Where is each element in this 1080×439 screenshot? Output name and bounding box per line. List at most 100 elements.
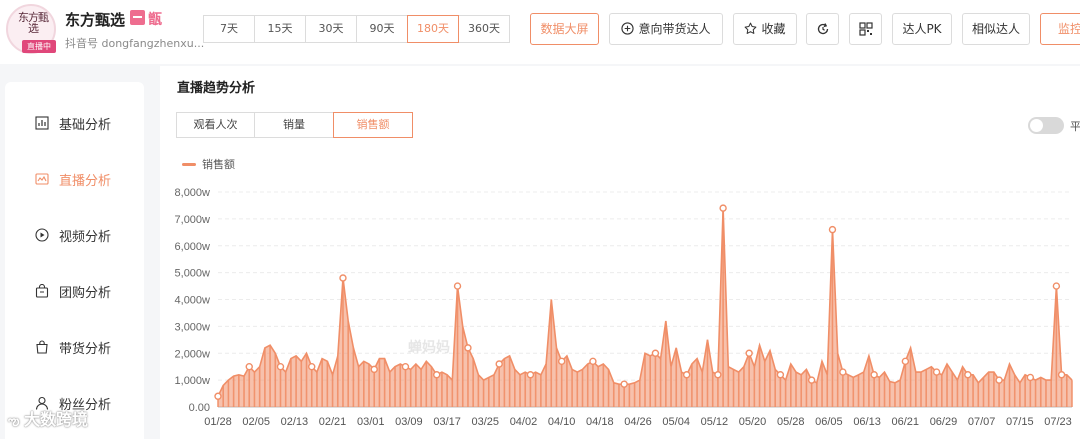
data-point bbox=[839, 368, 847, 376]
x-tick-label: 03/01 bbox=[357, 416, 385, 428]
x-tick-label: 02/13 bbox=[281, 416, 309, 428]
data-point bbox=[1057, 371, 1066, 379]
favorite-button[interactable]: 收藏 bbox=[733, 13, 797, 45]
sidebar-item-label: 视频分析 bbox=[59, 229, 112, 245]
range-15-days[interactable]: 15天 bbox=[254, 15, 306, 43]
toggle-knob bbox=[1030, 119, 1043, 132]
legend-swatch bbox=[182, 162, 196, 166]
live-icon bbox=[35, 173, 49, 185]
range-360-days[interactable]: 360天 bbox=[458, 15, 510, 43]
plus-circle-icon bbox=[621, 22, 635, 35]
x-tick-label: 06/21 bbox=[892, 416, 920, 428]
header: 东方甄选 直播中 东方甄选 甑 抖音号 dongfangzhenxu... 7天… bbox=[0, 0, 1080, 64]
data-point bbox=[901, 357, 910, 366]
watermark-text: 大数跨境 bbox=[24, 410, 89, 429]
tab-views[interactable]: 观看人次 bbox=[176, 112, 255, 138]
avatar-logo: 东方甄选 bbox=[18, 11, 49, 35]
range-90-days[interactable]: 90天 bbox=[356, 15, 408, 43]
sidebar-item-label: 团购分析 bbox=[59, 285, 112, 301]
data-point bbox=[453, 282, 462, 290]
section-title: 直播趋势分析 bbox=[177, 81, 256, 96]
sidebar: 基础分析 直播分析 视频分析 团购分析 带货分析 粉丝分析 bbox=[5, 82, 144, 439]
data-point bbox=[495, 360, 503, 368]
data-point bbox=[1052, 282, 1061, 290]
intent-talent-label: 意向带货达人 bbox=[638, 22, 711, 36]
x-tick-label: 06/13 bbox=[853, 416, 881, 428]
y-tick-label: 8,000w bbox=[175, 187, 211, 199]
display-toggle[interactable] bbox=[1028, 117, 1064, 134]
data-point bbox=[276, 362, 285, 371]
x-tick-label: 03/25 bbox=[472, 416, 500, 428]
sidebar-item-label: 基础分析 bbox=[59, 117, 112, 133]
x-tick-label: 05/12 bbox=[701, 416, 729, 428]
qrcode-button[interactable] bbox=[849, 13, 882, 45]
sidebar-item-live[interactable]: 直播分析 bbox=[35, 169, 111, 189]
data-point bbox=[995, 376, 1003, 384]
metric-tabs: 观看人次 销量 销售额 bbox=[176, 112, 413, 138]
data-point bbox=[807, 376, 816, 384]
sidebar-item-groupbuy[interactable]: 团购分析 bbox=[35, 281, 111, 301]
x-tick-label: 06/05 bbox=[815, 416, 843, 428]
toggle-label: 平 bbox=[1070, 120, 1080, 133]
shop-tag: 甑 bbox=[148, 12, 162, 28]
data-point bbox=[245, 362, 253, 371]
bottom-watermark: ఌ 大数跨境 bbox=[8, 406, 88, 432]
data-point bbox=[464, 344, 472, 352]
data-point bbox=[214, 392, 222, 400]
data-point bbox=[433, 371, 441, 379]
sidebar-item-goods[interactable]: 带货分析 bbox=[35, 337, 111, 357]
chart-legend[interactable]: 销售额 bbox=[182, 156, 235, 172]
shop-id: 抖音号 dongfangzhenxu... bbox=[65, 37, 205, 50]
x-tick-label: 04/18 bbox=[586, 416, 614, 428]
y-tick-label: 7,000w bbox=[175, 214, 211, 226]
data-point bbox=[776, 371, 785, 379]
similar-talent-button[interactable]: 相似达人 bbox=[962, 13, 1030, 45]
sidebar-item-video[interactable]: 视频分析 bbox=[35, 225, 111, 245]
refresh-button[interactable] bbox=[806, 13, 839, 45]
watermark-logo-icon: ఌ bbox=[8, 414, 24, 429]
x-tick-label: 05/20 bbox=[739, 416, 767, 428]
data-point bbox=[964, 371, 972, 379]
x-tick-label: 07/23 bbox=[1044, 416, 1072, 428]
y-tick-label: 1,000w bbox=[175, 375, 211, 387]
y-tick-label: 2,000w bbox=[175, 348, 211, 360]
x-tick-label: 02/21 bbox=[319, 416, 347, 428]
refresh-icon bbox=[817, 22, 828, 34]
talent-pk-button[interactable]: 达人PK bbox=[892, 13, 952, 45]
y-tick-label: 4,000w bbox=[175, 295, 211, 307]
x-tick-label: 02/05 bbox=[242, 416, 270, 428]
shop-name: 东方甄选 bbox=[65, 11, 126, 29]
monitor-button[interactable]: 监控 bbox=[1040, 13, 1080, 45]
data-point bbox=[714, 371, 722, 379]
data-point bbox=[401, 362, 410, 371]
intent-talent-button[interactable]: 意向带货达人 bbox=[609, 13, 723, 45]
sidebar-item-label: 直播分析 bbox=[59, 173, 112, 189]
data-point bbox=[651, 349, 660, 357]
data-point bbox=[526, 371, 535, 379]
live-badge: 直播中 bbox=[22, 40, 56, 53]
range-180-days[interactable]: 180天 bbox=[407, 15, 459, 43]
data-point bbox=[719, 204, 727, 212]
sidebar-item-basic[interactable]: 基础分析 bbox=[35, 113, 111, 133]
y-tick-label: 3,000w bbox=[175, 321, 211, 333]
bar-chart-icon bbox=[35, 116, 49, 130]
range-7-days[interactable]: 7天 bbox=[203, 15, 255, 43]
data-point bbox=[339, 274, 347, 282]
x-tick-label: 04/10 bbox=[548, 416, 576, 428]
data-screen-button[interactable]: 数据大屏 bbox=[530, 13, 599, 45]
data-point bbox=[557, 357, 566, 366]
tab-sales-volume[interactable]: 销量 bbox=[254, 112, 334, 138]
x-tick-label: 03/17 bbox=[433, 416, 461, 428]
tab-sales-amount[interactable]: 销售额 bbox=[333, 112, 413, 138]
data-point bbox=[308, 362, 316, 371]
shop-badge-icon bbox=[130, 10, 145, 25]
y-tick-label: 0.00 bbox=[189, 402, 210, 414]
sales-trend-chart: 0.00 1,000w 2,000w 3,000w 4,000w 5,000w 6,000w… bbox=[175, 187, 1073, 428]
range-30-days[interactable]: 30天 bbox=[305, 15, 357, 43]
y-tick-label: 5,000w bbox=[175, 268, 211, 280]
shopping-bag-icon bbox=[36, 340, 48, 354]
x-tick-label: 04/26 bbox=[624, 416, 652, 428]
x-tick-label: 05/28 bbox=[777, 416, 805, 428]
time-range-selector: 7天 15天 30天 90天 180天 360天 bbox=[203, 15, 510, 43]
play-icon bbox=[35, 228, 49, 242]
